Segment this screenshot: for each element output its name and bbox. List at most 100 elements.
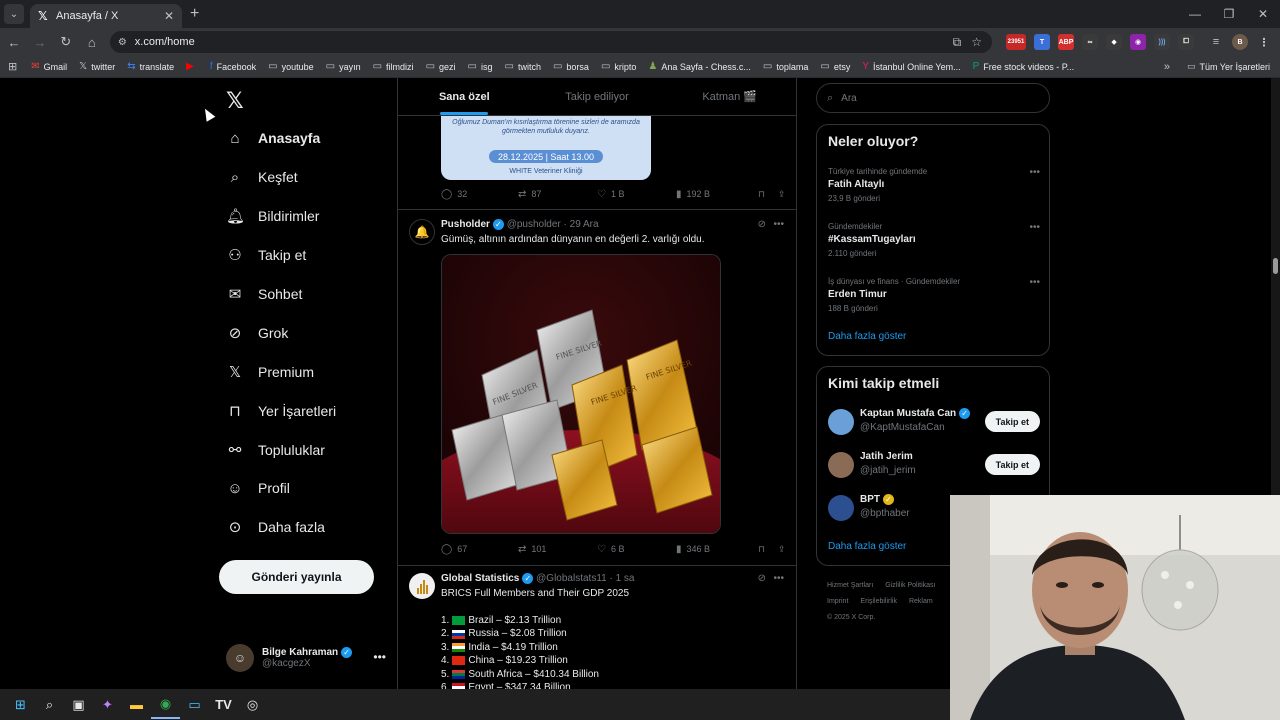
address-bar[interactable]: ⚙ x.com/home ⧉ ☆ xyxy=(109,31,993,53)
menu-kebab-icon[interactable]: ⋮ xyxy=(1256,34,1272,50)
task-view-icon[interactable]: ▣ xyxy=(64,690,93,719)
trend-more-icon[interactable]: ••• xyxy=(1029,167,1040,178)
globalstats-avatar-icon[interactable] xyxy=(409,573,435,599)
nav-item-communities[interactable]: ⚯ Topluluklar xyxy=(226,435,325,465)
extension-diamond-icon[interactable]: ◆ xyxy=(1106,34,1123,50)
tweet-image-silver-gold-bars[interactable]: FINE SILVER FINE SILVER FINE SILVER FINE… xyxy=(441,254,721,534)
who-to-follow-item[interactable]: Jatih Jerim @jatih_jerim Takip et xyxy=(828,450,1040,480)
maximize-button[interactable]: ❐ xyxy=(1212,0,1246,28)
browser-tab[interactable]: 𝕏 Anasayfa / X ✕ xyxy=(30,4,182,28)
profile-avatar-icon[interactable]: B xyxy=(1232,34,1249,50)
footer-terms-link[interactable]: Hizmet Şartları xyxy=(827,582,873,589)
grok-explain-icon[interactable]: ⊘ xyxy=(758,573,766,584)
follow-button[interactable]: Takip et xyxy=(984,454,1040,475)
adblock-extension-icon[interactable]: ABP xyxy=(1058,34,1075,50)
follow-button[interactable]: Takip et xyxy=(984,411,1040,432)
trend-item[interactable]: Gündemdekiler #KassamTugayları 2.110 gönde… xyxy=(828,222,1040,258)
bookmark-item[interactable]: ▭ gezi xyxy=(426,61,456,72)
nav-item-grok[interactable]: ⊘ Grok xyxy=(226,318,289,348)
scrollbar-thumb[interactable] xyxy=(1273,258,1278,274)
trends-show-more-link[interactable]: Daha fazla göster xyxy=(828,331,906,342)
nav-item-bell[interactable]: 🔔︎ Bildirimler xyxy=(226,201,319,231)
tweet-more-icon[interactable]: ••• xyxy=(773,219,784,230)
nav-item-bookmark[interactable]: ⊓ Yer İşaretleri xyxy=(226,396,336,426)
nav-item-home[interactable]: ⌂ Anasayfa xyxy=(226,123,320,153)
forward-icon[interactable]: → xyxy=(28,30,52,54)
repost-button[interactable]: ⇄ 101 xyxy=(518,544,597,555)
bookmarks-overflow-icon[interactable]: » xyxy=(1164,61,1170,73)
bookmark-item[interactable]: P Free stock videos - P... xyxy=(973,61,1075,72)
who-avatar[interactable] xyxy=(828,495,854,521)
new-tab-button[interactable]: + xyxy=(190,5,199,23)
account-more-icon[interactable]: ••• xyxy=(373,650,386,664)
file-explorer-icon[interactable]: ▬ xyxy=(122,690,151,719)
home-page-icon[interactable]: ⌂ xyxy=(80,30,104,54)
bookmark-item[interactable]: ▭ twitch xyxy=(505,61,541,72)
bookmark-item[interactable]: ⇆ translate xyxy=(127,61,174,72)
who-name[interactable]: Jatih Jerim xyxy=(860,451,913,462)
url-text[interactable]: x.com/home xyxy=(135,36,953,48)
tweet-more-icon[interactable]: ••• xyxy=(773,573,784,584)
app-window-icon[interactable]: ▭ xyxy=(180,690,209,719)
extensions-puzzle-icon[interactable]: ⧠ xyxy=(1178,34,1195,50)
bookmark-item[interactable]: ▶ xyxy=(186,61,198,72)
extension-purple-icon[interactable]: ◉ xyxy=(1130,34,1147,50)
who-to-follow-item[interactable]: Kaptan Mustafa Can ✓ @KaptMustafaCan Takip … xyxy=(828,407,1040,437)
trend-item[interactable]: Türkiye tarihinde gündemde Fatih Altaylı 2… xyxy=(828,167,1040,203)
who-avatar[interactable] xyxy=(828,452,854,478)
share-icon[interactable]: ⇪ xyxy=(778,544,786,555)
taskbar-search-icon[interactable]: ⌕ xyxy=(35,690,64,719)
obs-icon[interactable]: ◎ xyxy=(238,690,267,719)
reading-list-icon[interactable]: ≡ xyxy=(1208,34,1224,50)
close-window-button[interactable]: ✕ xyxy=(1246,0,1280,28)
bookmark-item[interactable]: ▭ youtube xyxy=(268,61,313,72)
account-switcher[interactable]: ☺ Bilge Kahraman ✓ @kacgezX ••• xyxy=(226,643,386,673)
extension-glasses-icon[interactable]: ∞ xyxy=(1082,34,1099,50)
bookmark-item[interactable]: ▭ borsa xyxy=(553,61,589,72)
reply-button[interactable]: ◯ 32 xyxy=(441,189,518,200)
search-input[interactable]: ⌕ Ara xyxy=(816,83,1050,113)
bookmark-item[interactable]: ▭ kripto xyxy=(601,61,636,72)
share-icon[interactable]: ⇪ xyxy=(778,189,786,200)
grok-explain-icon[interactable]: ⊘ xyxy=(758,219,766,230)
back-icon[interactable]: ← xyxy=(2,30,26,54)
x-logo-icon[interactable]: 𝕏 xyxy=(226,88,244,114)
bookmark-item[interactable]: ✉ Gmail xyxy=(31,61,67,72)
bookmark-item[interactable]: ▭ toplama xyxy=(763,61,808,72)
tab-close-icon[interactable]: ✕ xyxy=(164,9,174,23)
install-app-icon[interactable]: ⧉ xyxy=(953,35,962,50)
tab-for-you[interactable]: Sana özel xyxy=(398,78,531,115)
footer-accessibility-link[interactable]: Erişilebilirlik xyxy=(860,598,897,605)
tradingview-icon[interactable]: TV xyxy=(209,690,238,719)
bookmark-item[interactable]: ♟ Ana Sayfa - Chess.c... xyxy=(648,61,751,72)
apps-grid-icon[interactable]: ⊞ xyxy=(8,60,17,73)
nav-item-mail[interactable]: ✉ Sohbet xyxy=(226,279,303,309)
bookmark-item[interactable]: ▭ filmdizi xyxy=(373,61,414,72)
extension-badge-icon[interactable]: 23951 xyxy=(1006,34,1027,50)
reply-button[interactable]: ◯ 67 xyxy=(441,544,518,555)
bookmark-item[interactable]: ▭ yayın xyxy=(326,61,361,72)
views-button[interactable]: ▮ 346 B xyxy=(676,544,758,555)
post-button[interactable]: Gönderi yayınla xyxy=(219,560,374,594)
tab-search-icon[interactable]: ⌄ xyxy=(4,4,24,24)
nav-item-more[interactable]: ⊙ Daha fazla xyxy=(226,512,325,542)
bookmark-item[interactable]: ▭ etsy xyxy=(820,61,850,72)
invitation-image[interactable]: Oğlumuz Duman'ın kısırlaştırma törenine … xyxy=(441,116,651,180)
bookmark-item[interactable]: 𝕏twitter xyxy=(79,61,115,72)
nav-item-x[interactable]: 𝕏 Premium xyxy=(226,357,314,387)
like-button[interactable]: ♡ 6 B xyxy=(597,544,676,555)
like-button[interactable]: ♡ 1 B xyxy=(597,189,676,200)
tab-katman[interactable]: Katman 🎬 xyxy=(663,78,796,115)
all-bookmarks[interactable]: ▭ Tüm Yer İşaretleri xyxy=(1187,61,1270,72)
chrome-icon[interactable]: ◉ xyxy=(151,690,180,719)
bookmark-item[interactable]: ▭ isg xyxy=(468,61,493,72)
who-avatar[interactable] xyxy=(828,409,854,435)
trend-more-icon[interactable]: ••• xyxy=(1029,277,1040,288)
who-name[interactable]: Kaptan Mustafa Can ✓ xyxy=(860,408,971,419)
footer-privacy-link[interactable]: Gizlilik Politikası xyxy=(885,582,935,589)
repost-button[interactable]: ⇄ 87 xyxy=(518,189,597,200)
nav-item-search[interactable]: ⌕ Keşfet xyxy=(226,162,298,192)
trend-more-icon[interactable]: ••• xyxy=(1029,222,1040,233)
tab-following[interactable]: Takip ediliyor xyxy=(531,78,664,115)
minimize-button[interactable]: — xyxy=(1178,0,1212,28)
